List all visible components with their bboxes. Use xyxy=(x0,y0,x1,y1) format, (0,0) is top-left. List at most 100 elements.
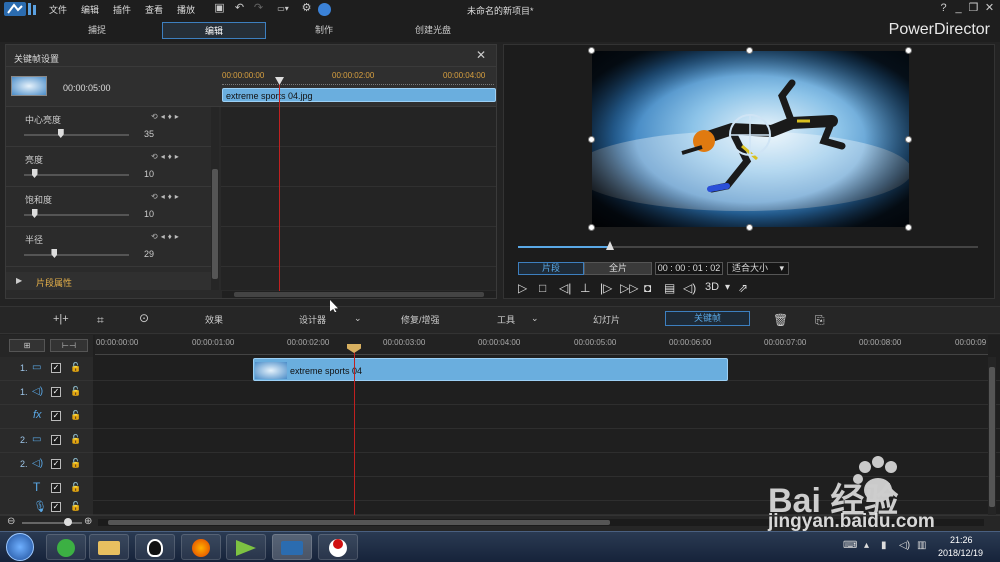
chevron-down-icon[interactable]: ⌄ xyxy=(531,313,539,324)
scroll-thumb[interactable] xyxy=(989,367,995,507)
scroll-thumb[interactable] xyxy=(212,169,218,279)
volume-icon[interactable]: ◁) xyxy=(683,281,696,295)
keyboard-icon[interactable]: ⌨ xyxy=(843,540,857,551)
slideshow-button[interactable]: 幻灯片 xyxy=(593,313,620,326)
resize-handle[interactable] xyxy=(588,136,595,143)
effects-button[interactable]: 效果 xyxy=(205,313,223,326)
tray-expand-icon[interactable]: ▴ xyxy=(864,540,869,551)
track-row[interactable] xyxy=(0,405,1000,429)
next-frame-icon[interactable]: |▷ xyxy=(600,281,612,295)
help-button[interactable]: ? xyxy=(937,2,950,15)
slider-thumb[interactable] xyxy=(31,209,38,218)
fast-forward-icon[interactable]: ▷▷ xyxy=(620,281,638,295)
split-icon[interactable]: ⊥ xyxy=(580,281,590,295)
prop-value[interactable]: 10 xyxy=(144,169,154,179)
track-row[interactable] xyxy=(0,381,1000,405)
stop-icon[interactable]: □ xyxy=(539,281,546,295)
keyframe-track[interactable] xyxy=(221,227,496,267)
prop-value[interactable]: 10 xyxy=(144,209,154,219)
clip-mode-button[interactable]: 片段 xyxy=(518,262,584,275)
timeline-vertical-scrollbar[interactable] xyxy=(988,357,996,515)
timeline-clip[interactable]: extreme sports 04 xyxy=(253,358,728,381)
previous-frame-icon[interactable]: ◁| xyxy=(559,281,571,295)
clock-time[interactable]: 21:26 xyxy=(950,535,973,545)
track-enable-checkbox[interactable]: ✓ xyxy=(51,435,61,445)
resize-handle[interactable] xyxy=(905,136,912,143)
track-enable-checkbox[interactable]: ✓ xyxy=(51,502,61,512)
crop-icon[interactable]: ⌗ xyxy=(97,313,104,328)
save-icon[interactable]: ▣ xyxy=(213,2,226,15)
chevron-down-icon[interactable]: ▾ xyxy=(725,282,730,293)
notification-icon[interactable] xyxy=(318,3,331,16)
aspect-ratio-icon[interactable]: ▭▾ xyxy=(273,2,293,15)
tab-edit[interactable]: 编辑 xyxy=(162,22,266,39)
clock-date[interactable]: 2018/12/19 xyxy=(938,548,983,558)
fit-timeline-icon[interactable]: +|+ xyxy=(53,313,69,325)
menu-view[interactable]: 查看 xyxy=(145,3,163,16)
prop-value[interactable]: 35 xyxy=(144,129,154,139)
track-manager-button[interactable]: ⊞ xyxy=(9,339,45,352)
resize-handle[interactable] xyxy=(746,47,753,54)
menu-plugins[interactable]: 插件 xyxy=(113,3,131,16)
slider-thumb[interactable] xyxy=(57,129,64,138)
tab-produce[interactable]: 制作 xyxy=(270,22,378,39)
property-scrollbar[interactable] xyxy=(211,107,219,290)
zoom-out-icon[interactable]: ⊖ xyxy=(7,516,15,527)
scroll-thumb[interactable] xyxy=(234,292,484,297)
track-enable-checkbox[interactable]: ✓ xyxy=(51,387,61,397)
fit-button[interactable]: ⊢⊣ xyxy=(50,339,88,352)
trash-icon[interactable]: 🗑 xyxy=(773,313,788,327)
slider-thumb[interactable] xyxy=(51,249,58,258)
lock-icon[interactable]: 🔓 xyxy=(70,501,81,512)
timeline-playhead[interactable] xyxy=(354,350,355,515)
taskbar-app-recorder-icon[interactable] xyxy=(318,534,358,560)
close-panel-icon[interactable]: ✕ xyxy=(476,48,486,62)
expand-arrow-icon[interactable]: ▶ xyxy=(16,276,22,285)
keyframe-controls[interactable]: ⟲◂♦▸ xyxy=(151,152,182,161)
taskbar-app-firefox-icon[interactable] xyxy=(181,534,221,560)
tab-capture[interactable]: 捕捉 xyxy=(42,22,152,39)
lock-icon[interactable]: 🔓 xyxy=(70,434,81,445)
lock-icon[interactable]: 🔓 xyxy=(70,410,81,421)
keyframe-track[interactable] xyxy=(221,107,496,147)
resize-handle[interactable] xyxy=(588,224,595,231)
menu-play[interactable]: 播放 xyxy=(177,3,195,16)
taskbar-app-360-icon[interactable] xyxy=(46,534,86,560)
track-row[interactable] xyxy=(0,429,1000,453)
designer-button[interactable]: 设计器 xyxy=(299,313,326,326)
slider-thumb[interactable] xyxy=(31,169,38,178)
network-icon[interactable]: ▥ xyxy=(917,540,926,551)
scroll-thumb[interactable] xyxy=(108,520,610,525)
snapshot-icon[interactable]: ◘ xyxy=(644,281,651,295)
timecode-display[interactable]: 00 : 00 : 01 : 02 xyxy=(655,262,723,275)
taskbar-app-media-icon[interactable] xyxy=(226,534,266,560)
zoom-thumb[interactable] xyxy=(64,518,72,526)
tools-button[interactable]: 工具 xyxy=(497,313,515,326)
prop-value[interactable]: 29 xyxy=(144,249,154,259)
chevron-down-icon[interactable]: ⌄ xyxy=(354,313,362,324)
keyframe-track[interactable] xyxy=(221,147,496,187)
menu-file[interactable]: 文件 xyxy=(49,3,67,16)
resize-handle[interactable] xyxy=(588,47,595,54)
track-enable-checkbox[interactable]: ✓ xyxy=(51,483,61,493)
keyframe-controls[interactable]: ⟲◂♦▸ xyxy=(151,192,182,201)
undock-icon[interactable]: ⇗ xyxy=(738,281,748,295)
minimize-button[interactable]: _ xyxy=(952,2,965,15)
restore-button[interactable]: ❐ xyxy=(967,2,980,15)
close-button[interactable]: ✕ xyxy=(983,2,996,15)
export-icon[interactable]: ⎘ xyxy=(815,313,825,328)
taskbar-app-powerdirector-icon[interactable] xyxy=(272,534,312,560)
undo-icon[interactable]: ↶ xyxy=(233,2,246,15)
repair-enhance-button[interactable]: 修复/增强 xyxy=(401,313,440,326)
taskbar-app-qq-icon[interactable] xyxy=(135,534,175,560)
lock-icon[interactable]: 🔓 xyxy=(70,386,81,397)
volume-tray-icon[interactable]: ◁) xyxy=(899,540,910,551)
keyframe-button[interactable]: 关键帧 xyxy=(665,311,750,326)
magic-tools-icon[interactable]: ⊙ xyxy=(139,311,149,325)
keyframe-controls[interactable]: ⟲◂♦▸ xyxy=(151,232,182,241)
play-icon[interactable]: ▷ xyxy=(518,281,527,295)
kf-playhead[interactable] xyxy=(279,79,280,291)
track-enable-checkbox[interactable]: ✓ xyxy=(51,411,61,421)
resize-handle[interactable] xyxy=(905,224,912,231)
start-button[interactable] xyxy=(6,533,34,561)
